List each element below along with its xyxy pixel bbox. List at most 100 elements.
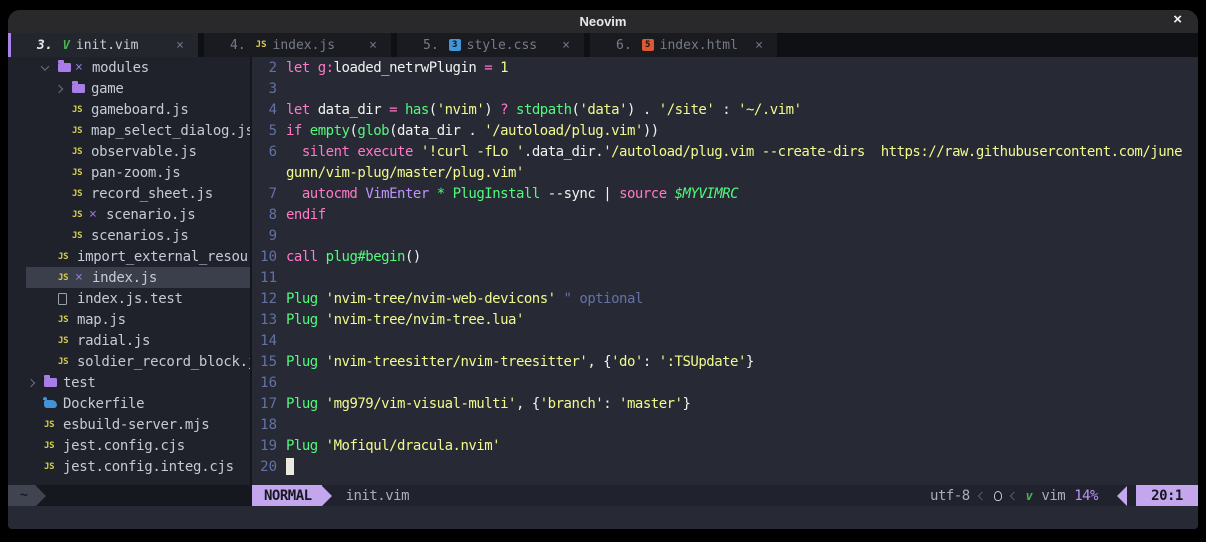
x-mark-icon: × (75, 270, 90, 285)
tree-item-gameboard.js[interactable]: JS gameboard.js (8, 99, 250, 120)
statusline-filetype: vim (1041, 488, 1065, 504)
js-icon-slot: JS (44, 420, 61, 430)
code-text: Plug 'nvim-tree/nvim-tree.lua' (286, 312, 524, 328)
tab-bar: 3.Vinit.vim×4.JSindex.js×5.3style.css×6.… (8, 33, 1198, 57)
tab-index.html[interactable]: 6.5index.html× (590, 33, 777, 57)
folder-icon (44, 378, 57, 387)
line-number: 2 (252, 60, 286, 76)
tree-item-record_sheet.js[interactable]: JSrecord_sheet.js (8, 183, 250, 204)
tree-item-index.js[interactable]: JS ×index.js (26, 267, 250, 288)
js-icon-slot: JS (72, 147, 89, 157)
code-line: 15Plug 'nvim-treesitter/nvim-treesitter'… (252, 351, 1198, 372)
tab-close-button[interactable]: × (562, 38, 570, 53)
code-line: 10call plug#begin() (252, 246, 1198, 267)
statusline-scroll-percent: 14% (1074, 488, 1098, 504)
tree-item-map_select_dialog.js[interactable]: JSmap_select_dialog.js (8, 120, 250, 141)
line-number: 14 (252, 333, 286, 349)
code-line: 9 (252, 225, 1198, 246)
tree-item-game[interactable]: game (8, 78, 250, 99)
line-number: 12 (252, 291, 286, 307)
js-icon: JS (44, 420, 54, 430)
docker-whale-icon (44, 400, 57, 408)
js-icon: JS (72, 147, 82, 157)
tab-close-button[interactable]: × (755, 38, 763, 53)
tree-item-jest.config.integ.cjs[interactable]: JSjest.config.integ.cjs (8, 456, 250, 477)
tree-item-label: index.js.test (77, 291, 183, 307)
tree-item-map.js[interactable]: JSmap.js (8, 309, 250, 330)
chevron-left-icon (977, 491, 985, 499)
chevron-right-icon[interactable] (56, 86, 72, 92)
js-icon: JS (72, 168, 82, 178)
js-icon: JS (72, 105, 82, 115)
tab-close-button[interactable]: × (176, 38, 184, 53)
tree-item-scenarios.js[interactable]: JSscenarios.js (8, 225, 250, 246)
code-line: 12Plug 'nvim-tree/nvim-web-devicons' " o… (252, 288, 1198, 309)
statusline: NORMAL init.vim utf-8 v vim 14% 20:1 (252, 485, 1198, 506)
code-line: 18 (252, 414, 1198, 435)
tab-number: 6. (616, 38, 632, 53)
tab-close-button[interactable]: × (369, 38, 377, 53)
js-icon-slot: JS (72, 210, 89, 220)
chevron-right-icon[interactable] (28, 380, 44, 386)
chevron-down-icon[interactable] (42, 65, 58, 71)
chevron-left-icon (1009, 491, 1017, 499)
line-number: 15 (252, 354, 286, 370)
window-close-button[interactable]: × (1173, 11, 1182, 28)
vim-icon: V (63, 38, 70, 52)
js-icon: JS (58, 273, 68, 283)
tree-statusline: ~ (8, 485, 252, 506)
tab-init.vim[interactable]: 3.Vinit.vim× (11, 33, 198, 57)
code-text: gunn/vim-plug/master/plug.vim' (286, 165, 524, 181)
code-text: Plug 'nvim-treesitter/nvim-treesitter', … (286, 354, 754, 370)
code-text: call plug#begin() (286, 249, 421, 265)
line-number: 8 (252, 207, 286, 223)
command-line[interactable] (8, 506, 1198, 529)
tree-item-Dockerfile[interactable]: Dockerfile (8, 393, 250, 414)
tree-item-label: gameboard.js (91, 102, 189, 118)
title-bar: Neovim × (8, 10, 1198, 33)
tab-style.css[interactable]: 5.3style.css× (397, 33, 584, 57)
tree-item-label: record_sheet.js (91, 186, 213, 202)
editor-buffer[interactable]: 2let g:loaded_netrwPlugin = 134let data_… (252, 57, 1198, 485)
tab-label: index.js (273, 38, 336, 53)
line-number: 9 (252, 228, 286, 244)
statusline-filename: init.vim (346, 488, 409, 504)
js-icon-slot: JS (58, 252, 75, 262)
tree-item-test[interactable]: test (8, 372, 250, 393)
folder-icon-slot (72, 84, 89, 93)
tree-item-esbuild-server.mjs[interactable]: JS esbuild-server.mjs (8, 414, 250, 435)
tree-item-jest.config.cjs[interactable]: JS jest.config.cjs (8, 435, 250, 456)
tree-item-label: scenarios.js (91, 228, 189, 244)
text-cursor (286, 458, 294, 475)
tree-item-pan-zoom.js[interactable]: JSpan-zoom.js (8, 162, 250, 183)
html-icon: 5 (642, 39, 654, 51)
tree-item-label: import_external_resour (77, 249, 250, 265)
line-number: 10 (252, 249, 286, 265)
js-icon: JS (44, 441, 54, 451)
tree-item-label: Dockerfile (63, 396, 144, 412)
line-number: 7 (252, 186, 286, 202)
tree-item-modules[interactable]: ×modules (8, 57, 250, 78)
code-line: 3 (252, 78, 1198, 99)
tree-item-import_external_resour[interactable]: JSimport_external_resour (8, 246, 250, 267)
js-icon-slot: JS (72, 105, 89, 115)
powerline-arrow-icon (322, 486, 332, 506)
js-icon-slot: JS (72, 168, 89, 178)
line-number: 17 (252, 396, 286, 412)
js-icon-slot: JS (58, 357, 75, 367)
tree-item-scenario.js[interactable]: JS×scenario.js (8, 204, 250, 225)
tree-item-label: game (91, 81, 124, 97)
x-mark-icon: × (89, 207, 104, 222)
code-line: 4let data_dir = has('nvim') ? stdpath('d… (252, 99, 1198, 120)
js-icon: JS (44, 462, 54, 472)
tab-index.js[interactable]: 4.JSindex.js× (204, 33, 391, 57)
tree-item-label: jest.config.cjs (63, 438, 185, 454)
line-number: 19 (252, 438, 286, 454)
tree-item-radial.js[interactable]: JSradial.js (8, 330, 250, 351)
tree-item-label: esbuild-server.mjs (63, 417, 209, 433)
tree-item-index.js.test[interactable]: index.js.test (8, 288, 250, 309)
tree-item-label: map_select_dialog.js (91, 123, 250, 139)
tree-item-label: index.js (92, 270, 157, 286)
tree-item-observable.js[interactable]: JSobservable.js (8, 141, 250, 162)
tree-item-soldier_record_block.j[interactable]: JSsoldier_record_block.j (8, 351, 250, 372)
